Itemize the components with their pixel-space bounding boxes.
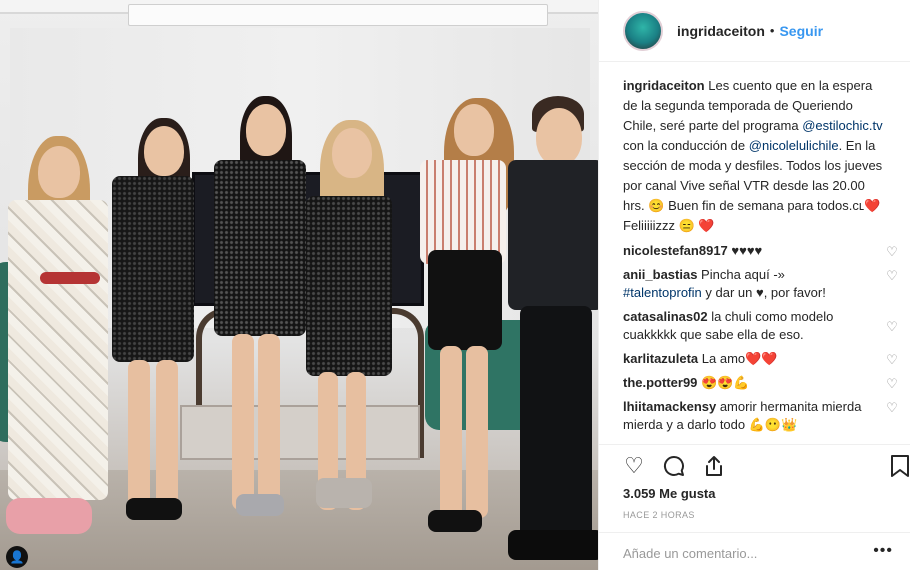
post-caption: ingridaceiton Les cuento que en la esper… — [623, 76, 887, 236]
comment-row: karlitazuleta La amo❤️❤️ ♡ — [623, 350, 898, 368]
post-actions: ♡ — [599, 444, 910, 484]
post-photo[interactable]: 👤 — [0, 0, 598, 570]
ceiling-lamp — [128, 4, 548, 26]
comment-row: the.potter99 😍😍💪 ♡ — [623, 374, 898, 392]
tagged-user-icon[interactable]: 👤 — [6, 546, 28, 568]
likes-count[interactable]: 3.059 Me gusta — [623, 486, 716, 501]
caption-username[interactable]: ingridaceiton — [623, 78, 705, 93]
comment-text: ♥♥♥♥ — [727, 243, 763, 258]
heart-outline-icon[interactable]: ♡ — [885, 269, 899, 283]
caption-mention-estilochic[interactable]: @estilochic.tv — [802, 118, 882, 133]
heart-outline-icon[interactable]: ♡ — [885, 377, 899, 391]
coffee-table — [180, 405, 420, 460]
comment-text-2: y dar un ♥, por favor! — [701, 285, 826, 300]
separator-dot: • — [769, 23, 775, 38]
comment-input[interactable] — [623, 544, 863, 562]
comment-hashtag[interactable]: #talentoprofin — [623, 285, 702, 300]
add-comment-bar: ••• — [599, 532, 910, 570]
heart-outline-icon[interactable]: ♡ — [885, 353, 899, 367]
share-icon[interactable] — [701, 453, 727, 479]
comment-row: anii_bastias Pincha aquí -» #talentoprof… — [623, 266, 898, 302]
post-header: ingridaceiton • Seguir — [599, 0, 910, 62]
comment-text: La amo❤️❤️ — [698, 351, 778, 366]
comment-username[interactable]: the.potter99 — [623, 375, 697, 390]
post-timestamp[interactable]: HACE 2 HORAS — [623, 510, 695, 520]
post-username[interactable]: ingridaceiton — [677, 23, 765, 39]
comment-username[interactable]: catasalinas02 — [623, 309, 708, 324]
comment-username[interactable]: karlitazuleta — [623, 351, 698, 366]
comment-row: nicolestefan8917 ♥♥♥♥ ♡ — [623, 242, 898, 260]
caption-mention-nicolelulichile[interactable]: @nicolelulichile — [749, 138, 839, 153]
avatar[interactable] — [623, 10, 663, 51]
comment-icon[interactable] — [661, 453, 687, 479]
follow-button[interactable]: Seguir — [779, 23, 823, 39]
caption-text-2: con la conducción de — [623, 138, 749, 153]
more-options-icon[interactable]: ••• — [873, 542, 893, 560]
post-sidebar: ingridaceiton • Seguir ingridaceiton Les… — [598, 0, 910, 570]
comment-row: catasalinas02 la chuli como modelo cuakk… — [623, 308, 898, 344]
heart-icon[interactable]: ♡ — [621, 453, 647, 479]
comments-list[interactable]: ingridaceiton Les cuento que en la esper… — [599, 62, 910, 444]
heart-outline-icon[interactable]: ♡ — [885, 401, 899, 415]
comment-username[interactable]: nicolestefan8917 — [623, 243, 728, 258]
bookmark-icon[interactable] — [887, 453, 910, 479]
comment-text: 😍😍💪 — [697, 375, 750, 390]
comment-username[interactable]: lhiitamackensy — [623, 399, 716, 414]
heart-outline-icon[interactable]: ♡ — [885, 245, 899, 259]
comment-text: Pincha aquí -» — [697, 267, 785, 282]
heart-outline-icon[interactable]: ♡ — [885, 320, 899, 334]
comment-row: lhiitamackensy amorir hermanita mierda m… — [623, 398, 898, 434]
comment-username[interactable]: anii_bastias — [623, 267, 697, 282]
